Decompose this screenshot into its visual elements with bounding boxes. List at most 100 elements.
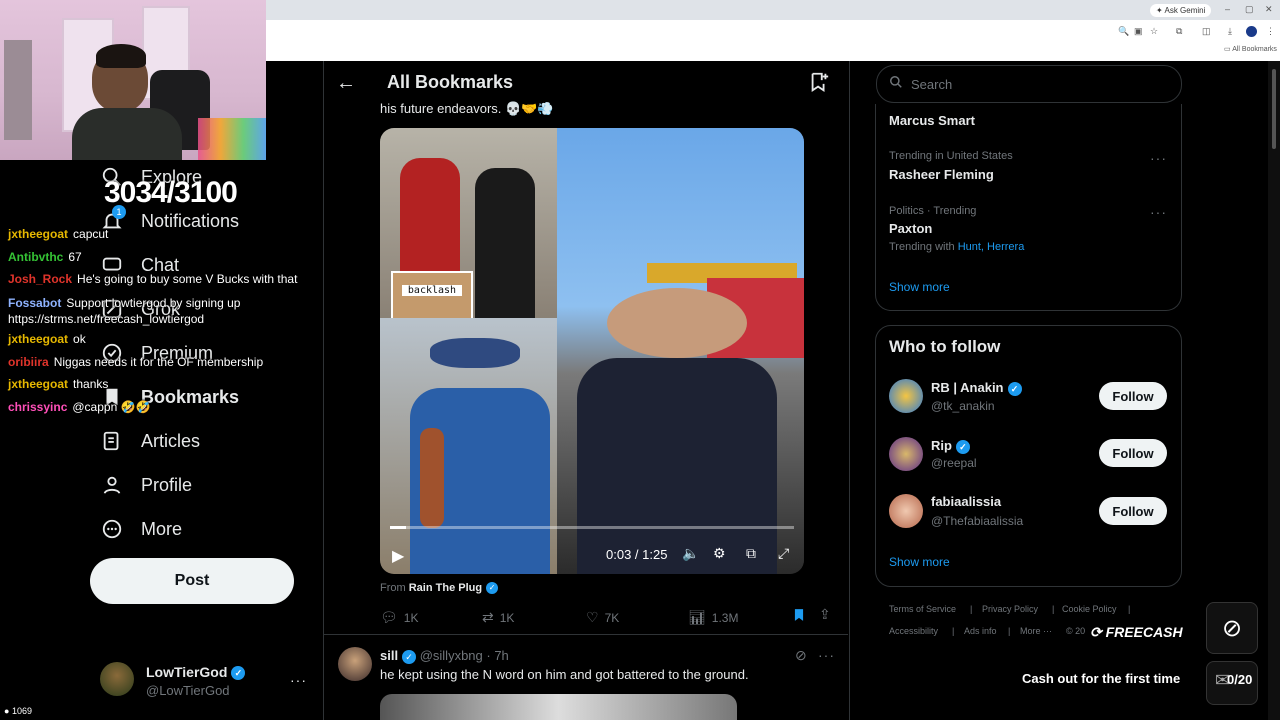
suggested-user-avatar[interactable] — [889, 437, 923, 471]
nav-label: More — [141, 518, 183, 539]
sub-goal-counter: 3034/3100 — [104, 176, 238, 209]
tweet-more-icon[interactable]: ··· — [818, 647, 835, 663]
fullscreen-icon[interactable]: ⤢ — [778, 545, 789, 562]
chat-username: oribiira — [8, 355, 49, 369]
tweet-header: sill ✓ @sillyxbng · 7h — [380, 648, 509, 664]
tweet-text: his future endeavors. 💀🤝💨 — [380, 101, 554, 116]
chat-text: He's going to buy some V Bucks with that — [77, 272, 298, 286]
chat-username: jxtheegoat — [8, 377, 69, 391]
grok-explain-icon[interactable]: ⊘ — [795, 647, 807, 664]
dock-icon[interactable]: ⧉ — [746, 545, 756, 562]
browser-menu-icon[interactable]: ⋮ — [1266, 26, 1275, 37]
search-input[interactable]: Search — [876, 65, 1182, 103]
chat-message: Antibvthc 67 — [8, 250, 82, 264]
footer-link[interactable]: Cookie Policy — [1062, 604, 1117, 614]
tweet-author-handle[interactable]: @sillyxbng — [420, 648, 483, 663]
chat-message: jxtheegoat capcut — [8, 227, 108, 241]
close-window-icon[interactable]: ✕ — [1265, 4, 1273, 15]
back-arrow-icon[interactable]: ← — [336, 72, 356, 95]
footer-more-link[interactable]: More ··· — [1020, 626, 1052, 636]
reply-button[interactable]: 💬︎ 1K — [380, 609, 418, 626]
page-scrollbar[interactable] — [1268, 61, 1280, 720]
zoom-icon[interactable]: 🔍 — [1118, 26, 1129, 37]
freecash-progress-box: ✉ 0/20 — [1206, 661, 1258, 705]
follow-button[interactable]: Follow — [1099, 497, 1167, 525]
thumbnail-panel-right — [557, 128, 804, 574]
tweet-time[interactable]: · 7h — [486, 648, 508, 663]
freecash-logo-icon: ⟳ — [1090, 624, 1106, 640]
trend-title[interactable]: Marcus Smart — [889, 113, 975, 128]
nav-label: Profile — [141, 474, 193, 495]
settings-gear-icon[interactable]: ⚙ — [713, 545, 726, 562]
cat-tree — [4, 40, 32, 140]
suggested-user-avatar[interactable] — [889, 379, 923, 413]
new-folder-icon[interactable] — [808, 71, 830, 98]
ask-gemini-label: Ask Gemini — [1164, 6, 1206, 15]
footer-link[interactable]: Accessibility — [889, 626, 938, 636]
trend-title[interactable]: Paxton — [889, 221, 932, 236]
account-more-icon[interactable]: ··· — [290, 672, 307, 688]
download-icon[interactable]: ⤓ — [1228, 26, 1232, 37]
like-button[interactable]: ♡ 7K — [586, 609, 619, 626]
tweet-video[interactable]: backlash ▶ 0:03 / 1:25 🔈 ⚙ ⧉ ⤢ — [380, 128, 804, 574]
follow-button[interactable]: Follow — [1099, 439, 1167, 467]
chat-message: jxtheegoat ok — [8, 332, 86, 346]
freecash-badge-icon: ⊘ — [1206, 602, 1258, 654]
account-avatar[interactable] — [100, 662, 134, 696]
account-name[interactable]: LowTierGod ✓ — [146, 664, 246, 681]
all-bookmarks-bar-item[interactable]: ▭ All Bookmarks — [1224, 45, 1277, 53]
repost-button[interactable]: ⇄ 1K — [482, 609, 514, 626]
nav-articles[interactable]: Articles — [100, 426, 200, 456]
trend-with-links[interactable]: Hunt, Herrera — [958, 241, 1025, 253]
trend-more-icon[interactable]: ··· — [1150, 150, 1167, 166]
suggested-user-name[interactable]: Rip ✓ — [931, 438, 970, 454]
video-scrubber[interactable] — [390, 526, 794, 529]
chat-text: Niggas needs it for the OF membership — [53, 355, 264, 369]
suggested-user-name[interactable]: RB | Anakin ✓ — [931, 380, 1022, 396]
profile-avatar[interactable] — [1246, 26, 1257, 37]
share-icon[interactable]: ⇪ — [819, 606, 831, 623]
views-button[interactable]: 📊︎ 1.3M — [688, 609, 738, 626]
nav-notifications[interactable]: 1 Notifications — [100, 205, 240, 236]
nav-profile[interactable]: Profile — [100, 470, 192, 500]
screen-cast-icon[interactable]: ▣ — [1134, 26, 1143, 37]
nav-more[interactable]: More — [100, 514, 182, 544]
who-to-follow-show-more-link[interactable]: Show more — [889, 555, 950, 569]
volume-icon[interactable]: 🔈 — [682, 545, 699, 562]
nav-label: Notifications — [141, 210, 240, 231]
star-icon[interactable]: ☆ — [1150, 26, 1158, 37]
heart-icon: ♡ — [586, 609, 599, 625]
person-icon — [100, 473, 124, 497]
bookmarked-icon[interactable] — [792, 607, 806, 628]
tweet-avatar[interactable] — [338, 647, 372, 681]
trend-more-icon[interactable]: ··· — [1150, 204, 1167, 220]
video-time: 0:03 / 1:25 — [606, 547, 668, 562]
extensions-icon[interactable]: ⧉ — [1176, 26, 1182, 37]
play-icon[interactable]: ▶ — [392, 546, 404, 566]
footer-link[interactable]: Terms of Service — [889, 604, 956, 614]
suggested-user-avatar[interactable] — [889, 494, 923, 528]
streamer-hair — [96, 44, 146, 68]
scrollbar-thumb[interactable] — [1272, 69, 1276, 149]
minimize-icon[interactable]: – — [1225, 4, 1230, 14]
nav-label: Bookmarks — [141, 386, 240, 407]
tweet-author-name[interactable]: sill — [380, 648, 398, 663]
sidebar-icon[interactable]: ◫ — [1202, 26, 1211, 37]
maximize-icon[interactable]: ▢ — [1245, 4, 1254, 15]
follow-button[interactable]: Follow — [1099, 382, 1167, 410]
suggested-user-name[interactable]: fabiaalissia — [931, 494, 1001, 509]
footer-link[interactable]: Privacy Policy — [982, 604, 1038, 614]
source-name-link[interactable]: Rain The Plug — [409, 582, 482, 594]
post-button[interactable]: Post — [90, 558, 294, 604]
streamer-body — [72, 108, 182, 160]
ask-gemini-button[interactable]: ✦ Ask Gemini — [1150, 4, 1212, 17]
views-chart-icon: 📊︎ — [688, 609, 706, 625]
chat-username: jxtheegoat — [8, 332, 69, 346]
tweet-media[interactable] — [380, 694, 737, 720]
backlash-label: backlash — [402, 285, 462, 296]
footer-link[interactable]: Ads info — [964, 626, 997, 636]
chat-message: jxtheegoat thanks — [8, 377, 108, 391]
more-circle-icon — [100, 517, 124, 541]
trend-title[interactable]: Rasheer Fleming — [889, 167, 994, 182]
trends-show-more-link[interactable]: Show more — [889, 280, 950, 294]
